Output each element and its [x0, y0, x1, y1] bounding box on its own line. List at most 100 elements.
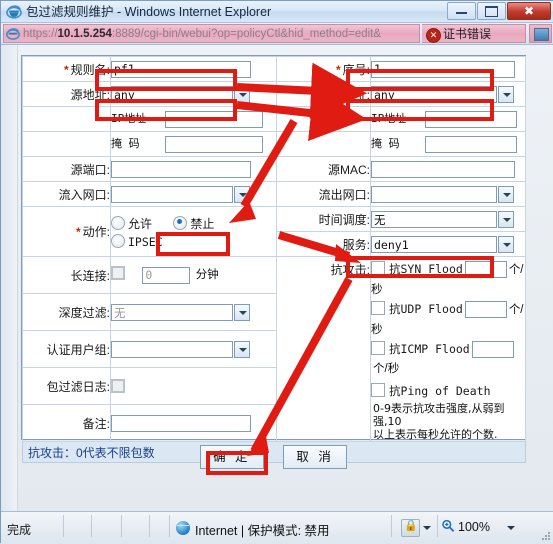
required-marker: *	[335, 62, 341, 77]
chevron-down-icon[interactable]	[234, 185, 250, 203]
long-conn-minutes-input[interactable]	[142, 266, 191, 284]
maximize-icon	[478, 3, 505, 19]
action-option-ipsec-label: IPSEC	[128, 234, 163, 249]
anti-syn-checkbox[interactable]	[371, 261, 385, 275]
auth-group-select[interactable]	[111, 340, 250, 358]
dst-mask-input[interactable]	[425, 135, 517, 153]
chevron-down-icon[interactable]	[234, 340, 250, 358]
rule-name-label-cell: * 规则名:	[22, 56, 111, 82]
url-input[interactable]: https://10.1.5.254:8889/cgi-bin/webui?op…	[3, 24, 420, 43]
src-mac-label-cell: 源MAC:	[276, 156, 371, 182]
anti-icmp-checkbox[interactable]	[371, 341, 385, 355]
window-title: 包过滤规则维护 - Windows Internet Explorer	[26, 5, 272, 19]
deep-filter-value: 无	[111, 303, 233, 321]
dst-addr-select[interactable]: any	[371, 85, 514, 103]
service-field-cell: deny1	[370, 231, 526, 257]
deep-filter-select[interactable]: 无	[111, 303, 250, 321]
status-bar: 完成 Internet | 保护模式: 禁用 100%	[1, 511, 553, 544]
src-addr-select[interactable]: any	[111, 85, 250, 103]
remark-input[interactable]	[111, 414, 251, 432]
rule-name-input[interactable]	[111, 60, 251, 78]
chevron-down-icon[interactable]	[498, 210, 514, 228]
anti-attack-label-cell: 抗攻击:	[276, 256, 371, 442]
auth-group-label-cell: 认证用户组:	[22, 330, 111, 368]
anti-attack-item-syn[interactable]: 抗SYN Flood 个/秒	[371, 260, 525, 300]
src-mac-input[interactable]	[371, 160, 515, 178]
dst-addr-value: any	[371, 85, 497, 103]
chevron-down-icon[interactable]	[507, 526, 515, 530]
action-option-ipsec[interactable]: IPSEC	[111, 233, 163, 249]
src-ip-input[interactable]	[165, 110, 263, 128]
radio-deny-icon[interactable]	[173, 215, 188, 230]
radio-ipsec-icon[interactable]	[111, 233, 125, 248]
anti-attack-item-pod[interactable]: 抗Ping of Death	[371, 379, 525, 401]
rule-form-panel: *规则名: *序号:	[21, 55, 526, 463]
long-conn-checkbox[interactable]	[111, 266, 125, 281]
form-row-action-schedule: * 动作: 允许 禁止 IPSEC 时间调度: 无	[22, 206, 526, 257]
chevron-down-icon[interactable]	[423, 526, 431, 530]
action-option-allow-label: 允许	[128, 216, 153, 231]
anti-udp-input[interactable]	[464, 301, 507, 319]
certificate-error-button[interactable]: 证书错误	[422, 24, 526, 43]
url-text: https://10.1.5.254:8889/cgi-bin/webui?op…	[23, 27, 381, 42]
pkt-log-checkbox[interactable]	[111, 378, 125, 393]
internet-zone-icon	[176, 521, 190, 535]
seq-no-input[interactable]	[371, 60, 515, 78]
src-mac-label: 源MAC:	[327, 162, 370, 177]
close-button[interactable]: ✖	[507, 2, 551, 20]
auth-group-value	[111, 340, 233, 358]
in-iface-label: 流入网口:	[58, 187, 110, 202]
anti-syn-input[interactable]	[464, 261, 507, 279]
auth-group-field-cell	[110, 330, 277, 368]
action-options-cell: 允许 禁止 IPSEC	[110, 206, 277, 257]
privacy-report-button[interactable]	[399, 518, 435, 537]
service-label: 服务:	[342, 237, 370, 252]
chevron-down-icon[interactable]	[498, 235, 514, 253]
src-ip-label: IP地址	[111, 112, 147, 126]
form-row-addresses: 源地址: any 目的地址: any	[22, 81, 526, 107]
page-preview-button[interactable]	[529, 24, 552, 43]
chevron-down-icon[interactable]	[498, 185, 514, 203]
service-select[interactable]: deny1	[371, 235, 514, 253]
dst-addr-label-cell: 目的地址:	[276, 81, 371, 107]
form-row-mask: 掩 码 掩 码	[22, 131, 526, 157]
dst-mask-label: 掩 码	[371, 137, 400, 151]
src-port-input[interactable]	[111, 160, 251, 178]
dst-ip-input[interactable]	[425, 110, 517, 128]
dst-addr-label: 目的地址:	[318, 87, 370, 102]
url-host: 10.1.5.254	[57, 28, 112, 40]
cert-error-icon	[426, 28, 441, 43]
url-prefix: https://	[23, 28, 58, 40]
ie-favicon-icon	[6, 28, 20, 40]
minimize-button[interactable]	[447, 2, 476, 20]
page-preview-icon	[534, 28, 549, 41]
chevron-down-icon[interactable]	[234, 85, 250, 103]
chevron-down-icon[interactable]	[234, 303, 250, 321]
action-option-deny[interactable]: 禁止	[173, 215, 214, 231]
anti-attack-item-icmp[interactable]: 抗ICMP Flood 个/秒	[371, 340, 525, 379]
ok-button[interactable]: 确 定	[199, 445, 264, 469]
action-option-allow[interactable]: 允许	[111, 215, 153, 231]
time-sched-select[interactable]: 无	[371, 210, 514, 228]
src-mask-input[interactable]	[165, 135, 263, 153]
chevron-down-icon[interactable]	[498, 85, 514, 103]
page-left-strip	[1, 45, 18, 511]
dst-ip-label: IP地址	[371, 112, 407, 126]
src-ip-spacer	[22, 106, 111, 132]
anti-pod-checkbox[interactable]	[371, 383, 385, 397]
long-conn-label: 长连接:	[70, 268, 110, 283]
cancel-button[interactable]: 取 消	[283, 445, 348, 469]
action-label: 动作:	[82, 225, 110, 239]
anti-udp-checkbox[interactable]	[371, 301, 385, 315]
maximize-button[interactable]	[477, 2, 506, 20]
anti-icmp-input[interactable]	[471, 341, 514, 359]
resize-grip-icon[interactable]	[540, 530, 552, 542]
radio-allow-icon[interactable]	[111, 215, 125, 230]
anti-attack-item-udp[interactable]: 抗UDP Flood 个/秒	[371, 300, 525, 340]
auth-group-label: 认证用户组:	[46, 342, 110, 357]
form-button-row: 确 定 取 消	[21, 445, 526, 469]
src-port-label: 源端口:	[70, 162, 110, 177]
in-iface-select[interactable]	[111, 185, 250, 203]
out-iface-select[interactable]	[371, 185, 514, 203]
deep-filter-label: 深度过滤:	[58, 305, 110, 320]
